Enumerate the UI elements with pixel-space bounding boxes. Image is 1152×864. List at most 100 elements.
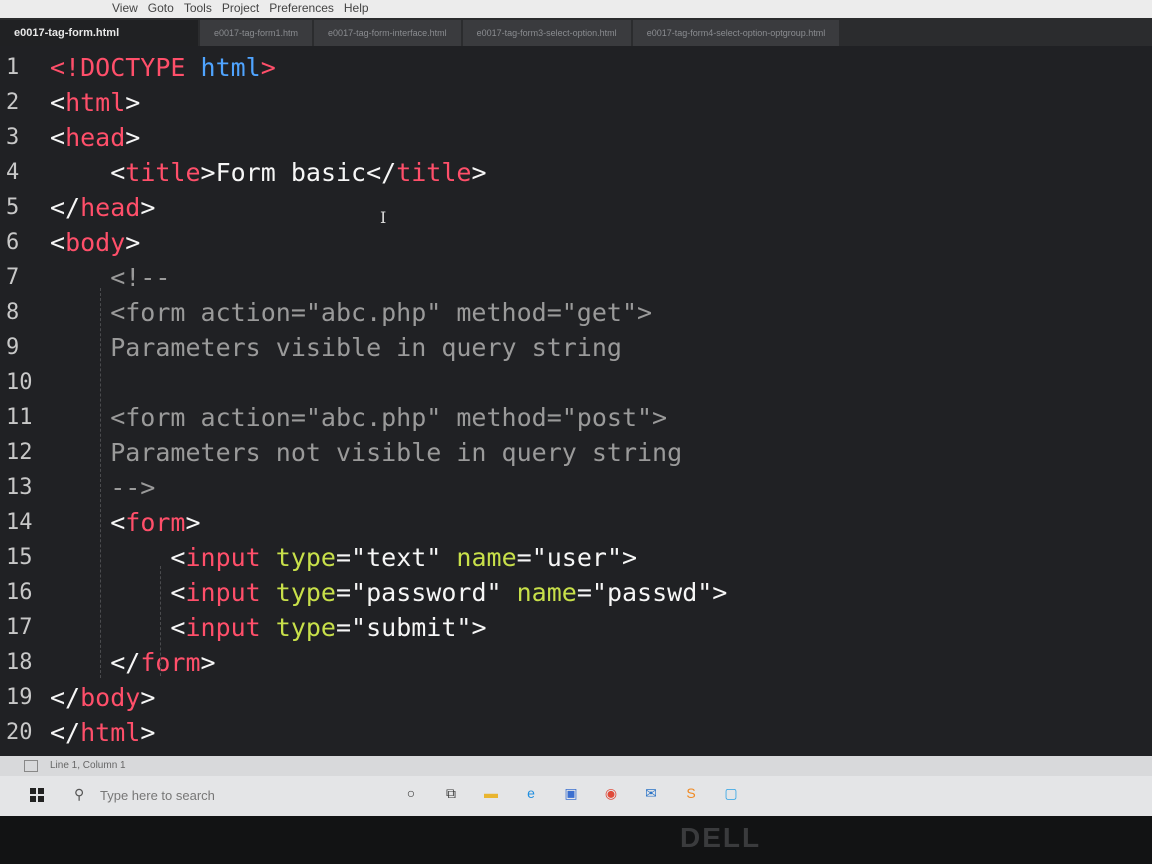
status-bar: Line 1, Column 1	[0, 756, 1152, 776]
line-number: 5	[6, 195, 20, 220]
code-token: title	[396, 158, 472, 187]
editor-tab[interactable]: e0017-tag-form3-select-option.html	[462, 20, 631, 46]
code-line[interactable]: Parameters not visible in query string	[50, 435, 1152, 470]
line-number: 9	[6, 335, 20, 360]
line-number: 20	[6, 720, 33, 745]
code-token: ="submit">	[336, 613, 487, 642]
code-token: head	[80, 193, 141, 222]
task-view-icon[interactable]: ⧉	[440, 782, 462, 804]
line-number: 10	[6, 370, 33, 395]
line-number: 3	[6, 125, 20, 150]
mail-icon[interactable]: ✉	[640, 782, 662, 804]
dell-logo: DELL	[680, 822, 762, 853]
menu-item-help[interactable]: Help	[344, 0, 369, 16]
code-token: input	[185, 613, 276, 642]
code-token: body	[65, 228, 126, 257]
line-number: 6	[6, 230, 20, 255]
monitor-bezel: DELL	[0, 816, 1152, 864]
code-line[interactable]: <input type="submit">	[50, 610, 1152, 645]
line-number: 4	[6, 160, 20, 185]
sublime-icon[interactable]: S	[680, 782, 702, 804]
code-token: type	[275, 613, 336, 642]
code-token: title	[125, 158, 201, 187]
code-token: >	[200, 648, 216, 677]
code-line[interactable]: <!DOCTYPE html>	[50, 50, 1152, 85]
code-token: <	[50, 88, 66, 117]
text-cursor-icon: I	[380, 208, 387, 227]
code-token: html	[65, 88, 126, 117]
code-line[interactable]: </html>	[50, 715, 1152, 750]
chrome-icon[interactable]: ◉	[600, 782, 622, 804]
code-token: form	[125, 508, 186, 537]
app-icon[interactable]: ▢	[720, 782, 742, 804]
editor-tab[interactable]: e0017-tag-form-interface.html	[314, 20, 461, 46]
code-token: <form action="abc.php" method="post">	[50, 403, 668, 432]
menu-item-project[interactable]: Project	[222, 0, 259, 16]
code-line[interactable]: </body>	[50, 680, 1152, 715]
menu-item-goto[interactable]: Goto	[148, 0, 174, 16]
cortana-icon[interactable]: ○	[400, 782, 422, 804]
code-line[interactable]: Parameters visible in query string	[50, 330, 1152, 365]
code-line[interactable]: <title>Form basic</title>	[50, 155, 1152, 190]
search-placeholder: Type here to search	[100, 788, 215, 803]
code-token: form	[140, 648, 201, 677]
code-line[interactable]: <form>	[50, 505, 1152, 540]
line-number: 15	[6, 545, 33, 570]
code-token: >	[125, 123, 141, 152]
code-line[interactable]: <head>	[50, 120, 1152, 155]
editor-tab[interactable]: e0017-tag-form.html	[0, 20, 198, 46]
code-token: body	[80, 683, 141, 712]
code-token: <	[50, 543, 186, 572]
code-token: input	[185, 578, 276, 607]
search-icon: ⚲	[74, 786, 85, 802]
code-token: <form action="abc.php" method="get">	[50, 298, 653, 327]
code-token: </	[50, 648, 141, 677]
code-token: >	[140, 683, 156, 712]
panel-toggle-icon[interactable]	[24, 760, 38, 772]
code-line[interactable]: <input type="text" name="user">	[50, 540, 1152, 575]
code-token: name	[456, 543, 517, 572]
store-icon[interactable]: ▣	[560, 782, 582, 804]
file-explorer-icon[interactable]: ▬	[480, 782, 502, 804]
code-line[interactable]	[50, 365, 1152, 400]
edge-icon[interactable]: e	[520, 782, 542, 804]
code-line[interactable]: -->	[50, 470, 1152, 505]
indent-guide	[100, 288, 101, 678]
line-number: 11	[6, 405, 33, 430]
code-token: >Form basic</	[200, 158, 397, 187]
windows-start-icon[interactable]	[30, 788, 44, 802]
code-line[interactable]: <input type="password" name="passwd">	[50, 575, 1152, 610]
code-line[interactable]: <form action="abc.php" method="post">	[50, 400, 1152, 435]
line-number: 12	[6, 440, 33, 465]
code-token: <	[50, 508, 126, 537]
code-token: >	[125, 88, 141, 117]
code-token: head	[65, 123, 126, 152]
code-token: <	[50, 123, 66, 152]
code-token: >	[125, 228, 141, 257]
code-line[interactable]: <form action="abc.php" method="get">	[50, 295, 1152, 330]
taskbar-search[interactable]: ⚲ Type here to search	[62, 780, 362, 810]
code-editor[interactable]: 1 2 3 4 5 6 7 8 9 10 11 12 13 14 15 16 17 18 19 20 <!DOCTYP…	[0, 46, 1152, 756]
code-token: </	[50, 683, 81, 712]
editor-tab[interactable]: e0017-tag-form4-select-option-optgroup.h…	[632, 20, 840, 46]
line-number: 18	[6, 650, 33, 675]
code-token: name	[516, 578, 577, 607]
code-line[interactable]: </form>	[50, 645, 1152, 680]
code-token: <	[50, 578, 186, 607]
code-line[interactable]: <html>	[50, 85, 1152, 120]
code-token: ="passwd">	[576, 578, 728, 607]
code-line[interactable]: <!--	[50, 260, 1152, 295]
line-number: 8	[6, 300, 20, 325]
editor-tab[interactable]: e0017-tag-form1.htm	[200, 20, 313, 46]
code-token: <!--	[50, 263, 171, 292]
menu-item-tools[interactable]: Tools	[184, 0, 212, 16]
line-number: 13	[6, 475, 33, 500]
code-token: </	[50, 718, 81, 747]
code-line[interactable]: </head>	[50, 190, 1152, 225]
menu-item-preferences[interactable]: Preferences	[269, 0, 334, 16]
menu-item-view[interactable]: View	[112, 0, 138, 16]
code-line[interactable]: <body>	[50, 225, 1152, 260]
code-area[interactable]: <!DOCTYPE html> <html> <head> <title>Form …	[50, 50, 1152, 750]
code-token: >	[260, 53, 276, 82]
line-number: 1	[6, 55, 20, 80]
